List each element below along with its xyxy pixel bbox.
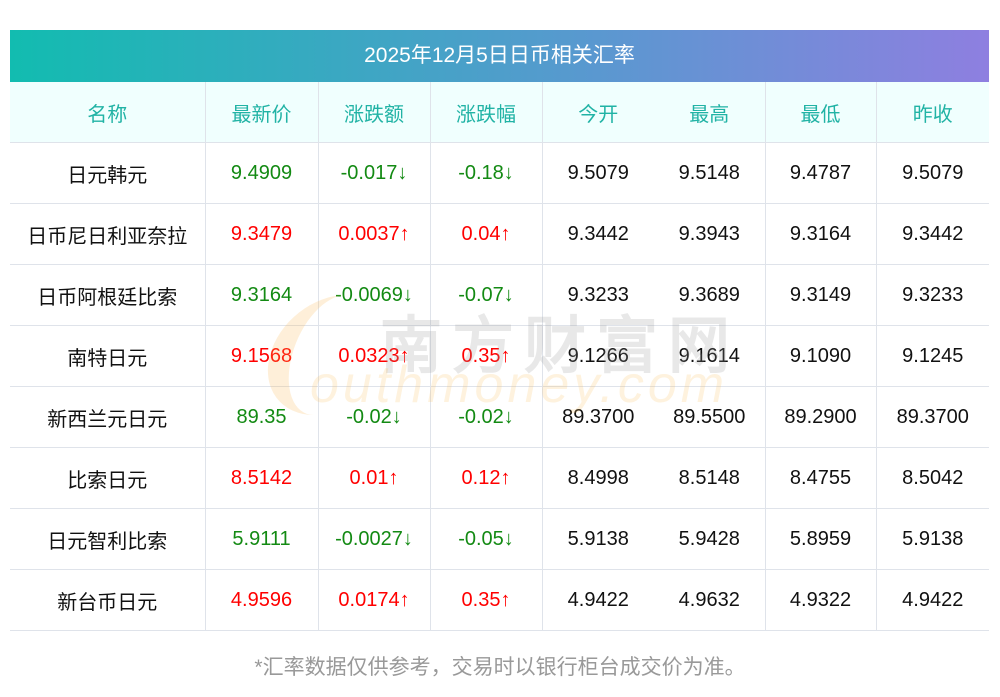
pair-name: 日元韩元	[10, 142, 206, 204]
col-latest: 最新价	[205, 82, 319, 143]
table-row: 日币尼日利亚奈拉 9.3479 0.0037↑ 0.04↑ 9.3442 9.3943 9.…	[10, 203, 989, 265]
latest-price: 9.4909	[205, 142, 319, 204]
open-price: 9.3233	[542, 264, 654, 326]
high-price: 4.9632	[654, 569, 766, 631]
low-price: 9.3164	[765, 203, 877, 265]
high-price: 9.5148	[654, 142, 766, 204]
low-price: 8.4755	[765, 447, 877, 509]
open-price: 8.4998	[542, 447, 654, 509]
open-price: 9.5079	[542, 142, 654, 204]
latest-price: 9.3164	[205, 264, 319, 326]
pair-name: 日币尼日利亚奈拉	[10, 203, 206, 265]
change-percent: -0.02↓	[430, 386, 543, 448]
change-percent: -0.05↓	[430, 508, 543, 570]
pair-name: 比索日元	[10, 447, 206, 509]
high-price: 89.5500	[654, 386, 766, 448]
change-percent: 0.04↑	[430, 203, 543, 265]
prev-close: 9.1245	[876, 325, 989, 387]
col-open: 今开	[542, 82, 654, 143]
high-price: 9.3689	[654, 264, 766, 326]
change-percent: 0.35↑	[430, 569, 543, 631]
table-row: 日币阿根廷比索 9.3164 -0.0069↓ -0.07↓ 9.3233 9.3689 9…	[10, 264, 989, 326]
low-price: 9.3149	[765, 264, 877, 326]
open-price: 9.3442	[542, 203, 654, 265]
col-pct: 涨跌幅	[430, 82, 543, 143]
pair-name: 新台币日元	[10, 569, 206, 631]
pair-name: 日元智利比索	[10, 508, 206, 570]
latest-price: 5.9111	[205, 508, 319, 570]
change-amount: 0.01↑	[318, 447, 431, 509]
table-row: 日元智利比索 5.9111 -0.0027↓ -0.05↓ 5.9138 5.9428 5.…	[10, 508, 989, 570]
col-change: 涨跌额	[318, 82, 431, 143]
low-price: 9.4787	[765, 142, 877, 204]
change-amount: 0.0323↑	[318, 325, 431, 387]
latest-price: 89.35	[205, 386, 319, 448]
change-amount: 0.0037↑	[318, 203, 431, 265]
col-prev: 昨收	[876, 82, 989, 143]
change-amount: -0.017↓	[318, 142, 431, 204]
prev-close: 8.5042	[876, 447, 989, 509]
change-percent: -0.07↓	[430, 264, 543, 326]
low-price: 4.9322	[765, 569, 877, 631]
header-row: 名称 最新价 涨跌额 涨跌幅 今开 最高 最低 昨收	[10, 82, 989, 143]
table-row: 比索日元 8.5142 0.01↑ 0.12↑ 8.4998 8.5148 8.4755 8.…	[10, 447, 989, 509]
change-percent: 0.12↑	[430, 447, 543, 509]
table-row: 日元韩元 9.4909 -0.017↓ -0.18↓ 9.5079 9.5148 9.478…	[10, 142, 989, 204]
change-percent: 0.35↑	[430, 325, 543, 387]
col-low: 最低	[765, 82, 877, 143]
prev-close: 9.5079	[876, 142, 989, 204]
latest-price: 9.3479	[205, 203, 319, 265]
pair-name: 日币阿根廷比索	[10, 264, 206, 326]
table-row: 南特日元 9.1568 0.0323↑ 0.35↑ 9.1266 9.1614 9.1090…	[10, 325, 989, 387]
high-price: 5.9428	[654, 508, 766, 570]
high-price: 9.3943	[654, 203, 766, 265]
open-price: 5.9138	[542, 508, 654, 570]
pair-name: 南特日元	[10, 325, 206, 387]
high-price: 9.1614	[654, 325, 766, 387]
open-price: 89.3700	[542, 386, 654, 448]
latest-price: 8.5142	[205, 447, 319, 509]
exchange-rate-table: 名称 最新价 涨跌额 涨跌幅 今开 最高 最低 昨收 日元韩元 9.4909 -0.…	[10, 82, 989, 631]
table-row: 新西兰元日元 89.35 -0.02↓ -0.02↓ 89.3700 89.5500 89.…	[10, 386, 989, 448]
prev-close: 9.3233	[876, 264, 989, 326]
prev-close: 4.9422	[876, 569, 989, 631]
open-price: 9.1266	[542, 325, 654, 387]
low-price: 5.8959	[765, 508, 877, 570]
prev-close: 5.9138	[876, 508, 989, 570]
open-price: 4.9422	[542, 569, 654, 631]
col-high: 最高	[654, 82, 766, 143]
pair-name: 新西兰元日元	[10, 386, 206, 448]
disclaimer: *汇率数据仅供参考，交易时以银行柜台成交价为准。	[254, 656, 746, 679]
change-amount: -0.0027↓	[318, 508, 431, 570]
high-price: 8.5148	[654, 447, 766, 509]
prev-close: 9.3442	[876, 203, 989, 265]
table-row: 新台币日元 4.9596 0.0174↑ 0.35↑ 4.9422 4.9632 4.932…	[10, 569, 989, 631]
latest-price: 4.9596	[205, 569, 319, 631]
latest-price: 9.1568	[205, 325, 319, 387]
low-price: 89.2900	[765, 386, 877, 448]
low-price: 9.1090	[765, 325, 877, 387]
table-title: 2025年12月5日日币相关汇率	[10, 30, 989, 82]
change-amount: 0.0174↑	[318, 569, 431, 631]
prev-close: 89.3700	[876, 386, 989, 448]
change-percent: -0.18↓	[430, 142, 543, 204]
change-amount: -0.02↓	[318, 386, 431, 448]
col-name: 名称	[10, 82, 206, 143]
change-amount: -0.0069↓	[318, 264, 431, 326]
